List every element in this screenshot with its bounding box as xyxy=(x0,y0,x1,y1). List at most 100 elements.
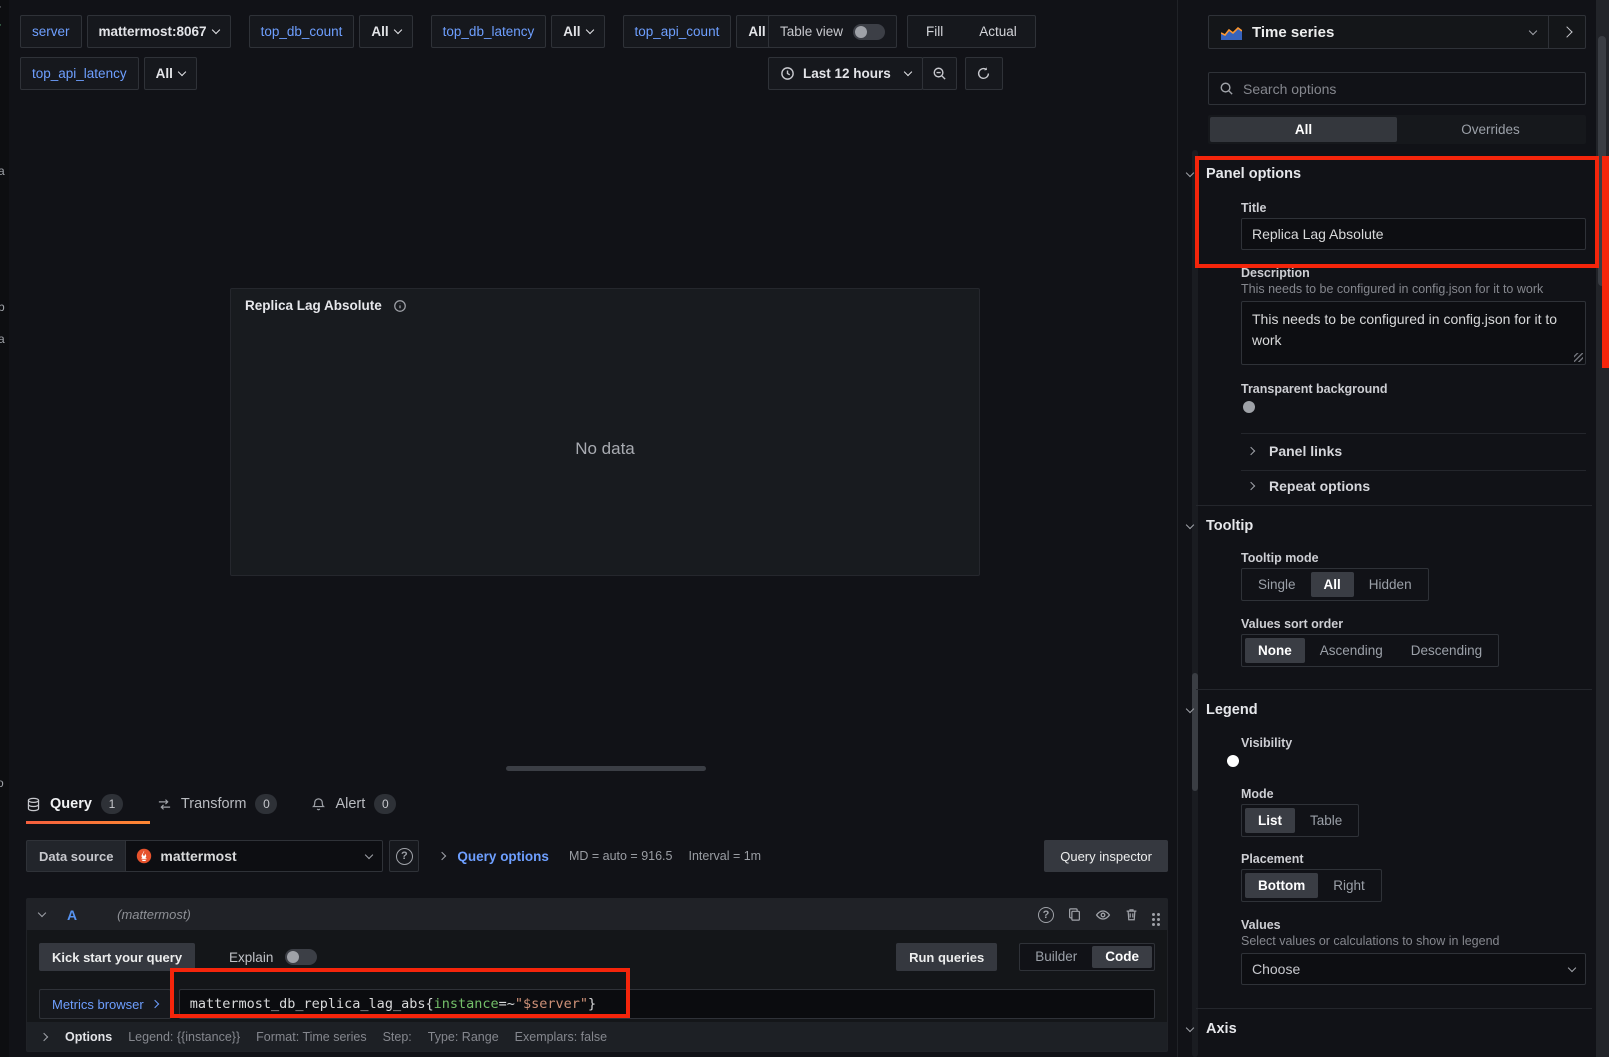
options-pane-scrollbar-track[interactable] xyxy=(1192,150,1198,1057)
info-icon[interactable] xyxy=(393,299,407,313)
section-header-axis[interactable]: Axis xyxy=(1187,1021,1237,1037)
no-data-message: No data xyxy=(231,439,979,459)
run-queries-button[interactable]: Run queries xyxy=(896,943,997,971)
query-help-icon[interactable]: ? xyxy=(1038,907,1054,923)
variable-value-top-db-latency[interactable]: All xyxy=(551,15,604,48)
variable-label-server[interactable]: server xyxy=(20,15,82,48)
visibility-label: Visibility xyxy=(1241,736,1292,750)
collapse-pane-button[interactable] xyxy=(1548,16,1585,48)
panel-links-collapsible[interactable]: Panel links xyxy=(1248,443,1342,459)
time-range-picker[interactable]: Last 12 hours xyxy=(768,57,923,90)
help-icon: ? xyxy=(396,848,413,865)
tab-transform[interactable]: Transform 0 xyxy=(157,794,278,814)
query-options-summary-row[interactable]: Options Legend: {{instance}} Format: Tim… xyxy=(27,1022,1167,1051)
explain-toggle[interactable] xyxy=(285,949,317,965)
visualization-picker[interactable]: Time series xyxy=(1208,15,1586,49)
resize-grip-icon[interactable] xyxy=(1574,353,1583,362)
kick-start-query-button[interactable]: Kick start your query xyxy=(39,943,195,971)
placement-bottom[interactable]: Bottom xyxy=(1245,873,1318,898)
options-pane-scrollbar-thumb[interactable] xyxy=(1192,673,1198,791)
md-summary: MD = auto = 916.5 xyxy=(569,849,673,863)
edge-glyph: r xyxy=(0,20,1,34)
chevron-right-icon xyxy=(1247,447,1255,455)
legend-mode-label: Mode xyxy=(1241,787,1274,801)
datasource-picker[interactable]: mattermost xyxy=(125,840,383,872)
chevron-right-icon xyxy=(1247,482,1255,490)
tab-alert[interactable]: Alert 0 xyxy=(311,794,396,814)
tooltip-mode-all[interactable]: All xyxy=(1311,572,1354,597)
metrics-browser-button[interactable]: Metrics browser xyxy=(39,989,171,1019)
promql-input[interactable]: mattermost_db_replica_lag_abs{instance=~… xyxy=(179,989,1155,1019)
query-inspector-button[interactable]: Query inspector xyxy=(1044,840,1168,872)
divider xyxy=(1241,470,1586,471)
panel-title-input[interactable]: Replica Lag Absolute xyxy=(1241,218,1586,250)
tab-all[interactable]: All xyxy=(1210,117,1397,142)
grafana-panel-edit: r r l a b a o server mattermost:8067 top… xyxy=(0,0,1609,1057)
variable-value-top-db-count[interactable]: All xyxy=(359,15,412,48)
sort-descending[interactable]: Descending xyxy=(1398,638,1495,663)
variable-value-top-api-latency[interactable]: All xyxy=(144,57,197,90)
drag-handle-icon[interactable] xyxy=(1152,913,1155,916)
options-pane: Time series Search options All Overrides… xyxy=(1177,0,1609,1057)
chevron-down-icon xyxy=(585,26,593,34)
tab-query[interactable]: Query 1 xyxy=(26,794,123,814)
builder-option[interactable]: Builder xyxy=(1022,946,1090,968)
query-options-toggle[interactable]: Query options xyxy=(457,849,549,864)
query-toolbar: Kick start your query Explain Run querie… xyxy=(39,943,1155,971)
chevron-down-icon xyxy=(365,850,373,858)
panel-description-textarea[interactable]: This needs to be configured in config.js… xyxy=(1241,301,1586,365)
tab-badge: 0 xyxy=(374,794,396,814)
legend-mode-table[interactable]: Table xyxy=(1297,808,1355,833)
chevron-right-icon xyxy=(151,1000,159,1008)
trash-icon[interactable] xyxy=(1124,907,1139,922)
fill-button[interactable]: Fill xyxy=(908,24,961,39)
tooltip-mode-label: Tooltip mode xyxy=(1241,551,1319,565)
panel-resize-handle[interactable] xyxy=(506,766,706,771)
eye-icon[interactable] xyxy=(1095,907,1111,923)
actual-button[interactable]: Actual xyxy=(961,24,1035,39)
zoom-out-time-button[interactable] xyxy=(922,57,957,90)
legend-placement-group: Bottom Right xyxy=(1241,869,1382,902)
annotation-right-edge-sliver xyxy=(1602,156,1609,368)
datasource-help-button[interactable]: ? xyxy=(389,840,419,872)
table-view-toggle[interactable] xyxy=(853,24,885,40)
variable-label-top-db-latency[interactable]: top_db_latency xyxy=(431,15,547,48)
duplicate-icon[interactable] xyxy=(1067,907,1082,922)
repeat-options-collapsible[interactable]: Repeat options xyxy=(1248,478,1370,494)
sort-none[interactable]: None xyxy=(1245,638,1305,663)
variable-label-top-api-count[interactable]: top_api_count xyxy=(623,15,732,48)
legend-values-select[interactable]: Choose xyxy=(1241,953,1586,985)
refresh-button[interactable] xyxy=(965,57,1003,90)
sort-ascending[interactable]: Ascending xyxy=(1307,638,1396,663)
template-variables-row-1: server mattermost:8067 top_db_count All … xyxy=(20,15,790,48)
variable-value-server[interactable]: mattermost:8067 xyxy=(87,15,231,48)
search-options-input[interactable]: Search options xyxy=(1208,72,1586,105)
chevron-down-icon xyxy=(904,68,912,76)
chevron-down-icon xyxy=(393,26,401,34)
template-variables-row-2: top_api_latency All xyxy=(20,57,197,90)
description-field-hint: This needs to be configured in config.js… xyxy=(1241,282,1586,296)
editor-tabs: Query 1 Transform 0 Alert 0 xyxy=(26,790,396,818)
panel-header[interactable]: Replica Lag Absolute xyxy=(231,289,979,322)
options-type-summary: Type: Range xyxy=(428,1030,499,1044)
variable-label-top-api-latency[interactable]: top_api_latency xyxy=(20,57,139,90)
variable-label-top-db-count[interactable]: top_db_count xyxy=(249,15,355,48)
tooltip-mode-hidden[interactable]: Hidden xyxy=(1356,572,1425,597)
tab-label: Alert xyxy=(335,796,365,812)
section-header-panel-options[interactable]: Panel options xyxy=(1187,166,1301,182)
chevron-right-icon xyxy=(1561,26,1572,37)
options-label: Options xyxy=(65,1030,112,1044)
code-option[interactable]: Code xyxy=(1092,946,1152,968)
section-header-legend[interactable]: Legend xyxy=(1187,702,1258,718)
collapse-chevron-icon[interactable] xyxy=(38,909,46,917)
datasource-value: mattermost xyxy=(160,848,236,864)
variable-label: top_db_latency xyxy=(443,24,535,39)
tab-overrides[interactable]: Overrides xyxy=(1397,117,1584,142)
placement-right[interactable]: Right xyxy=(1320,873,1378,898)
legend-mode-list[interactable]: List xyxy=(1245,808,1295,833)
prometheus-icon xyxy=(136,848,152,864)
tooltip-mode-single[interactable]: Single xyxy=(1245,572,1309,597)
legend-values-label: Values xyxy=(1241,918,1281,932)
section-header-tooltip[interactable]: Tooltip xyxy=(1187,518,1253,534)
query-row-header[interactable]: A (mattermost) ? xyxy=(27,899,1167,930)
